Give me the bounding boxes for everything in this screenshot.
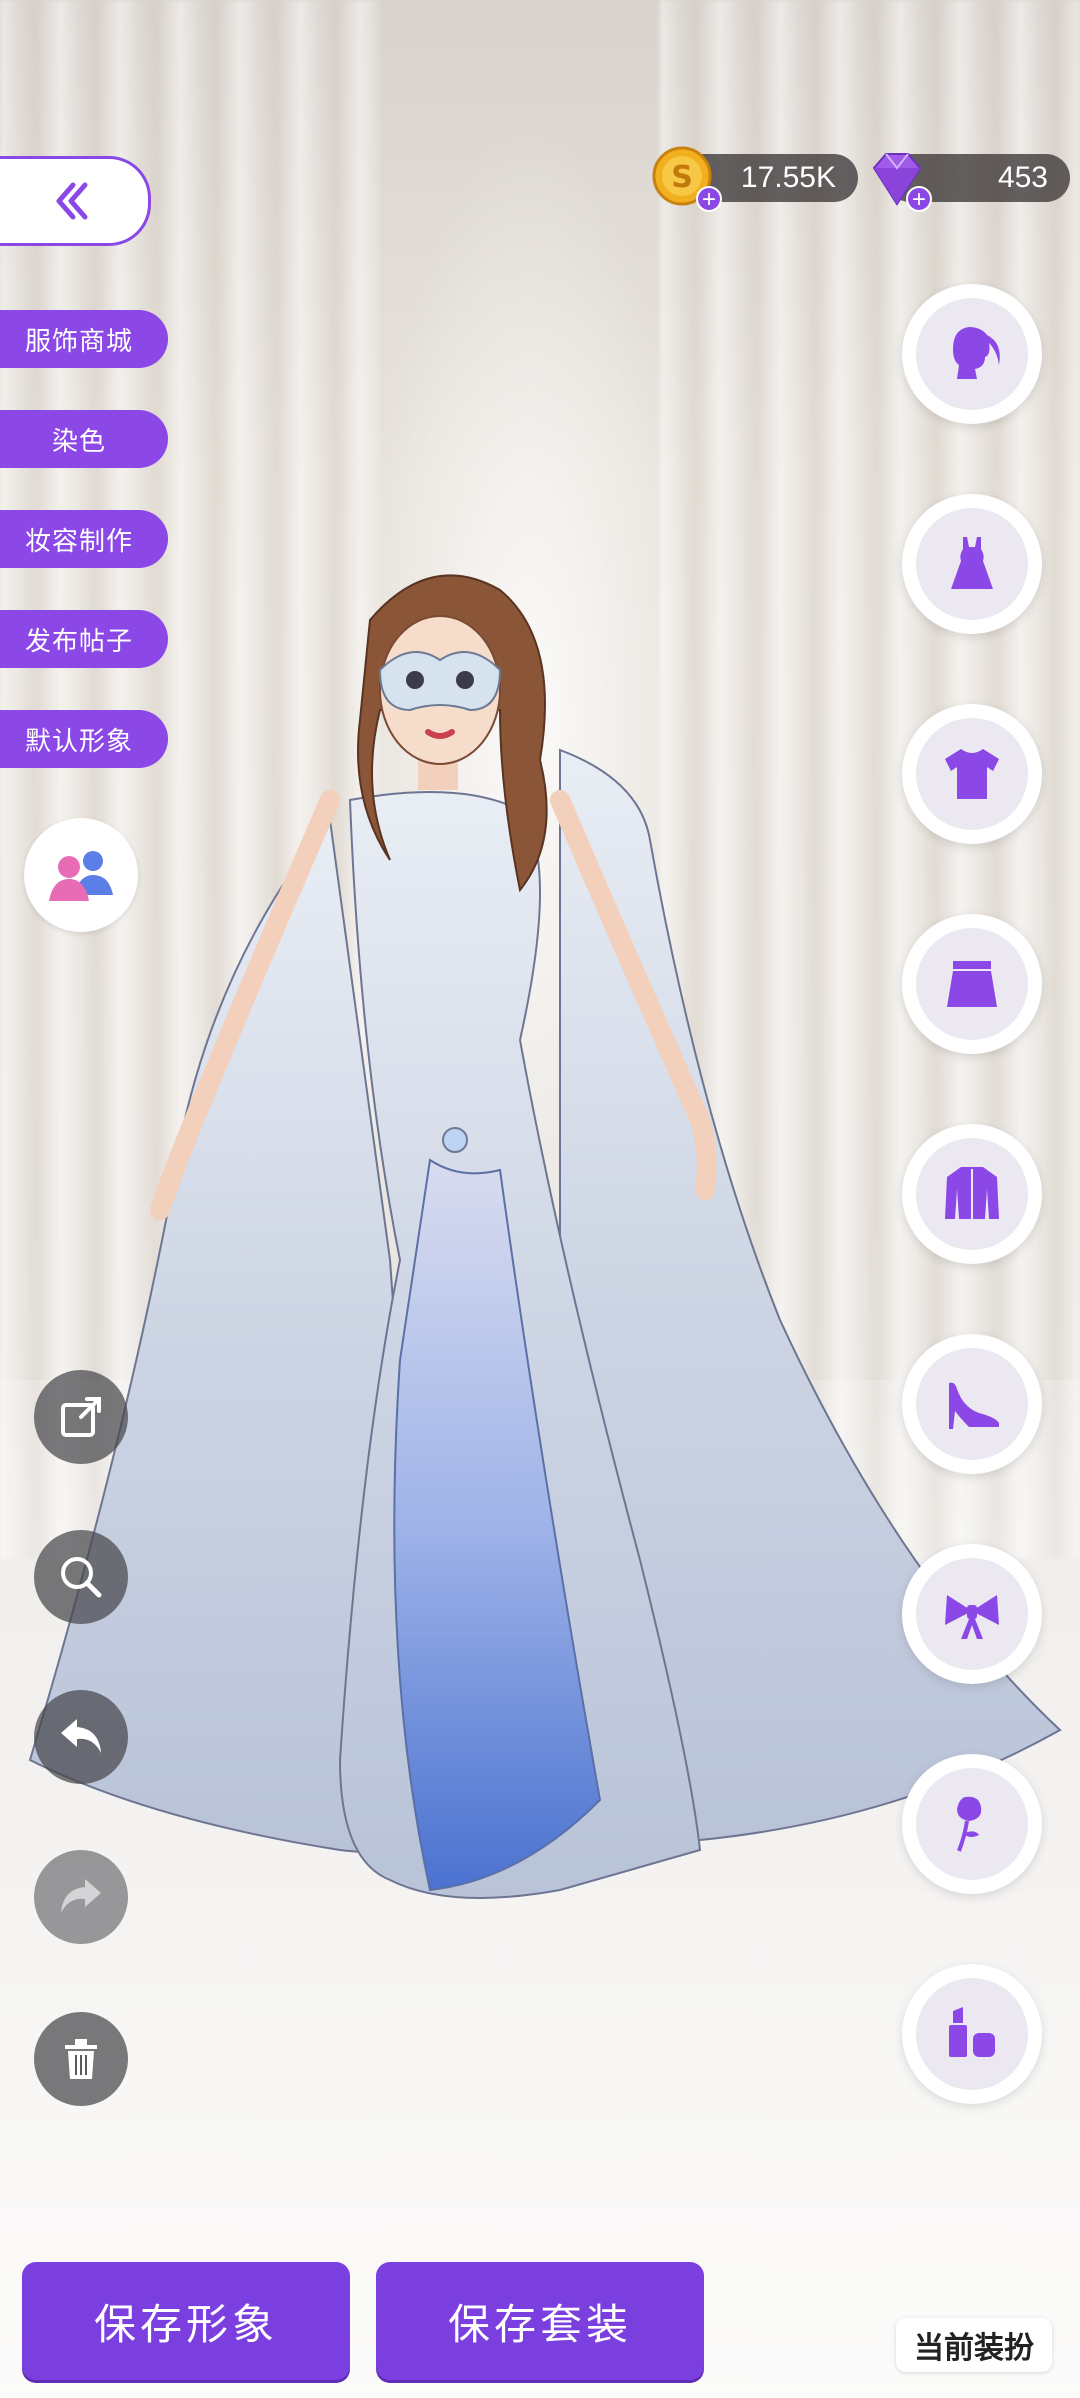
undo-button[interactable] [34,1690,128,1784]
rose-icon [957,1796,982,1852]
category-makeup[interactable] [902,1964,1042,2104]
coat-icon [945,1167,999,1219]
menu-clothing-shop[interactable]: 服饰商城 [0,310,168,368]
bow-icon [945,1595,999,1639]
zoom-icon [61,1557,102,1598]
friends-icon [49,851,113,901]
friends-button[interactable] [24,818,138,932]
menu-makeup[interactable]: 妆容制作 [0,510,168,568]
menu-default-look[interactable]: 默认形象 [0,710,168,768]
menu-publish-post[interactable]: 发布帖子 [0,610,168,668]
zoom-button[interactable] [34,1530,128,1624]
category-hair[interactable] [902,284,1042,424]
menu-dye[interactable]: 染色 [0,410,168,468]
redo-button[interactable] [34,1850,128,1944]
category-dress[interactable] [902,494,1042,634]
category-coat[interactable] [902,1124,1042,1264]
save-look-button[interactable]: 保存形象 [22,2262,350,2380]
dress-icon [951,537,993,589]
back-button[interactable] [0,156,151,246]
double-chevron-left-icon [56,182,87,220]
makeup-icon [949,2007,995,2057]
save-outfit-button[interactable]: 保存套装 [376,2262,704,2380]
trash-icon [65,2039,97,2079]
undo-icon [61,1719,101,1753]
category-shoes[interactable] [902,1334,1042,1474]
shoes-icon [949,1382,999,1429]
coin-amount: 17.55K [740,161,836,194]
add-gems-icon[interactable]: + [906,186,932,212]
gem-amount: 453 [997,161,1048,194]
redo-icon [61,1879,101,1913]
category-accessory[interactable] [902,1544,1042,1684]
skirt-icon [947,961,997,1007]
delete-button[interactable] [34,2012,128,2106]
top-icon [945,749,999,799]
share-button[interactable] [34,1370,128,1464]
add-coins-icon[interactable]: + [696,186,722,212]
svg-text:S: S [671,160,693,195]
current-outfit-label[interactable]: 当前装扮 [896,2318,1052,2372]
category-skirt[interactable] [902,914,1042,1054]
hair-icon [953,327,1000,379]
category-top[interactable] [902,704,1042,844]
category-handheld[interactable] [902,1754,1042,1894]
share-icon [61,1397,101,1437]
